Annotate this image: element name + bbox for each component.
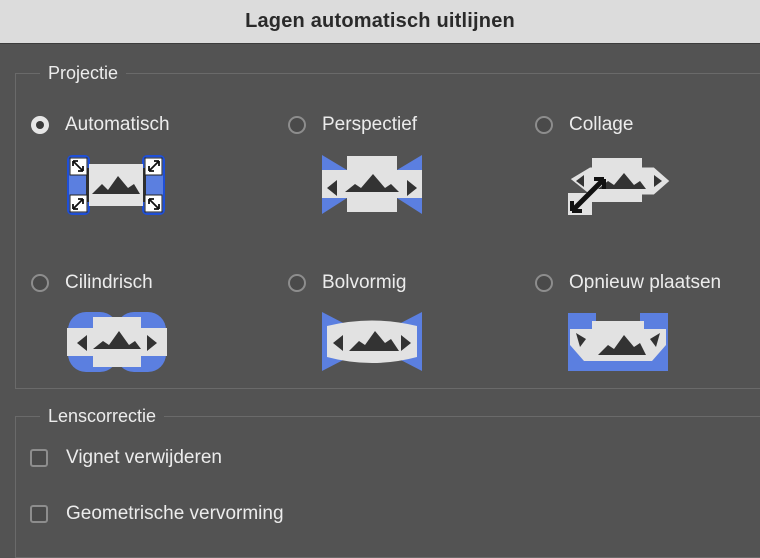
perspective-layout-icon[interactable] <box>321 154 423 216</box>
radio-button[interactable] <box>535 116 553 134</box>
radio-button-checked[interactable] <box>31 116 49 134</box>
checkbox-vignet-verwijderen[interactable]: Vignet verwijderen <box>30 445 222 471</box>
lens-correction-group: Lenscorrectie <box>15 405 760 558</box>
checkbox[interactable] <box>30 449 48 467</box>
dialog-title: Lagen automatisch uitlijnen <box>245 10 515 32</box>
radio-cilindrisch[interactable]: Cilindrisch <box>31 269 153 297</box>
radio-button[interactable] <box>31 274 49 292</box>
radio-automatisch[interactable]: Automatisch <box>31 111 170 139</box>
radio-opnieuw-plaatsen[interactable]: Opnieuw plaatsen <box>535 269 721 297</box>
radio-button[interactable] <box>288 116 306 134</box>
auto-layout-icon[interactable] <box>66 154 166 216</box>
cylindrical-layout-icon[interactable] <box>67 311 167 373</box>
checkbox-geometrische-vervorming[interactable]: Geometrische vervorming <box>30 501 284 527</box>
radio-bolvormig[interactable]: Bolvormig <box>288 269 406 297</box>
radio-label: Cilindrisch <box>65 272 153 293</box>
radio-collage[interactable]: Collage <box>535 111 633 139</box>
radio-label: Perspectief <box>322 114 418 135</box>
radio-label: Automatisch <box>65 114 170 135</box>
checkbox-label: Geometrische vervorming <box>66 503 284 524</box>
dialog-title-bar: Lagen automatisch uitlijnen <box>0 0 760 44</box>
checkbox[interactable] <box>30 505 48 523</box>
radio-label: Bolvormig <box>322 272 407 293</box>
lens-correction-legend: Lenscorrectie <box>40 405 165 427</box>
checkbox-label: Vignet verwijderen <box>66 447 222 468</box>
radio-label: Collage <box>569 114 634 135</box>
radio-perspectief[interactable]: Perspectief <box>288 111 417 139</box>
projection-legend: Projectie <box>40 62 127 84</box>
reposition-layout-icon[interactable] <box>568 313 668 371</box>
spherical-layout-icon[interactable] <box>321 311 423 373</box>
collage-layout-icon[interactable] <box>568 155 672 217</box>
radio-button[interactable] <box>288 274 306 292</box>
radio-button[interactable] <box>535 274 553 292</box>
radio-label: Opnieuw plaatsen <box>569 272 722 293</box>
